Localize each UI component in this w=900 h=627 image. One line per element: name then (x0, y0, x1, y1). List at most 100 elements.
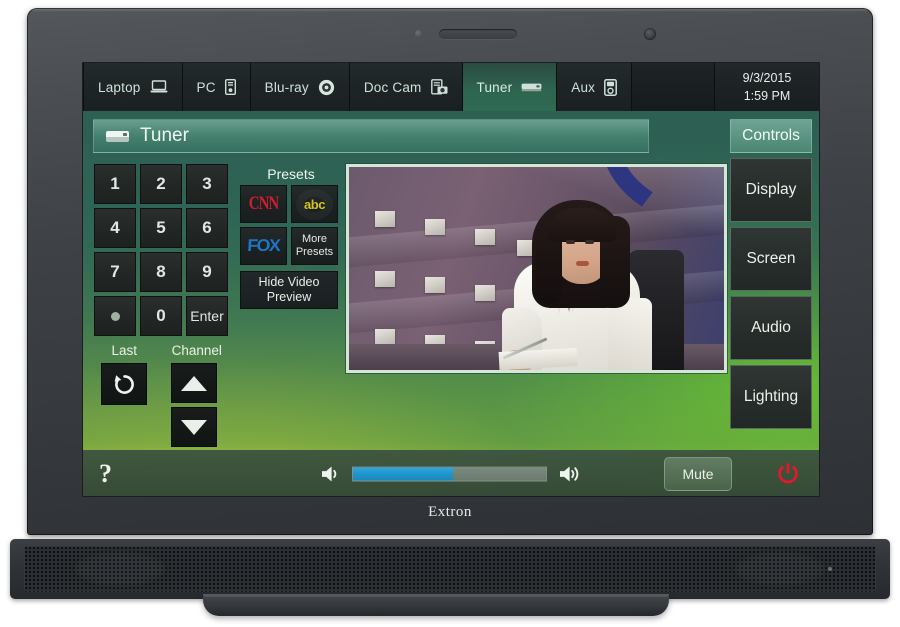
key-label: 8 (156, 262, 166, 281)
video-preview[interactable] (346, 164, 727, 373)
tab-label: Blu-ray (264, 79, 309, 95)
volume-control-group (320, 464, 582, 483)
tuner-box-icon (521, 82, 542, 93)
sidebar-item-controls[interactable]: Controls (730, 119, 812, 153)
key-label: 2 (156, 174, 166, 193)
device-stand (203, 594, 669, 616)
wall-panel (425, 277, 445, 293)
sidebar-item-label: Display (745, 181, 797, 198)
channel-up-button[interactable] (171, 363, 217, 403)
refresh-circular-arrow-icon (112, 372, 137, 397)
tab-bluray[interactable]: Blu-ray (250, 63, 350, 111)
tab-label: Laptop (98, 79, 141, 95)
hide-video-preview-button[interactable]: Hide Video Preview (240, 271, 338, 309)
laptop-icon (150, 80, 168, 94)
speaker-bar (10, 539, 890, 599)
studio-background (349, 167, 724, 370)
key-label: 6 (202, 218, 212, 237)
eye-right (585, 240, 594, 244)
key-2[interactable]: 2 (140, 164, 182, 204)
last-channel-button[interactable] (101, 363, 147, 405)
preset-fox[interactable]: FOX (240, 227, 287, 265)
wall-panel (425, 219, 445, 235)
mute-label: Mute (682, 465, 714, 482)
sidebar-item-label: Screen (746, 250, 796, 267)
sidebar-item-label: Audio (751, 319, 791, 336)
abc-logo-icon: abc (304, 196, 325, 212)
speaker-left (72, 549, 168, 589)
speaker-high-icon[interactable] (558, 464, 582, 483)
mute-button[interactable]: Mute (664, 456, 732, 491)
key-label: 9 (202, 262, 212, 281)
cnn-logo-icon: CNN (248, 193, 279, 214)
last-label: Last (111, 343, 138, 358)
screenshot-root: Laptop PC Blu-ray Doc Cam Tuner Aux 9/3/… (0, 0, 900, 627)
speaker-low-icon[interactable] (320, 464, 341, 483)
key-7[interactable]: 7 (94, 252, 136, 292)
sidebar-item-screen[interactable]: Screen (730, 227, 812, 291)
doc-cam-icon (430, 79, 448, 95)
sidebar-item-audio[interactable]: Audio (730, 296, 812, 360)
key-9[interactable]: 9 (186, 252, 228, 292)
key-8[interactable]: 8 (140, 252, 182, 292)
transport-labels: Last Channel (94, 343, 229, 358)
key-enter[interactable]: Enter (186, 296, 228, 336)
key-label: 5 (156, 218, 166, 237)
key-0[interactable]: 0 (140, 296, 182, 336)
wall-panel (475, 229, 495, 245)
numeric-keypad: 1 2 3 4 5 6 7 8 9 0 Enter (94, 164, 228, 336)
triangle-up-icon (181, 375, 207, 391)
power-button[interactable] (775, 461, 801, 487)
speaker-grille (24, 546, 876, 592)
controls-sidebar: Controls Display Screen Audio Lighting (730, 119, 812, 429)
stand-highlight (203, 594, 669, 597)
help-button[interactable]: ? (99, 459, 112, 489)
tab-label: Tuner (476, 79, 513, 95)
key-dot[interactable] (94, 296, 136, 336)
more-presets-label: More Presets (295, 233, 334, 258)
volume-slider-fill (353, 467, 454, 480)
tab-pc[interactable]: PC (182, 63, 251, 111)
tab-laptop[interactable]: Laptop (83, 63, 183, 111)
tab-aux[interactable]: Aux (557, 63, 633, 111)
page-body: Tuner Controls Display Screen Audio Ligh… (83, 111, 819, 496)
hide-video-preview-label: Hide Video Preview (258, 275, 320, 304)
brand-logo: Extron (428, 504, 472, 520)
speaker-port-icon (828, 567, 832, 571)
tab-tuner[interactable]: Tuner (462, 63, 558, 111)
touchpanel-device: Laptop PC Blu-ray Doc Cam Tuner Aux 9/3/… (27, 8, 873, 535)
key-1[interactable]: 1 (94, 164, 136, 204)
preset-cnn[interactable]: CNN (240, 185, 287, 223)
disc-icon (318, 79, 335, 96)
bottom-toolbar: ? Mute (83, 450, 819, 496)
key-label: 7 (110, 262, 120, 281)
microphone-slot-icon (439, 29, 517, 39)
sidebar-item-lighting[interactable]: Lighting (730, 365, 812, 429)
bezel-highlight (27, 8, 873, 12)
key-4[interactable]: 4 (94, 208, 136, 248)
volume-slider[interactable] (352, 466, 547, 481)
status-led-icon (415, 30, 422, 37)
page-title-bar: Tuner (93, 119, 649, 153)
wall-panel (475, 285, 495, 301)
proximity-sensor-icon (644, 28, 656, 40)
key-5[interactable]: 5 (140, 208, 182, 248)
key-label: 3 (202, 174, 212, 193)
key-label: 1 (110, 174, 120, 193)
sidebar-item-label: Lighting (743, 388, 799, 405)
channel-label: Channel (171, 343, 222, 358)
channel-down-button[interactable] (171, 407, 217, 447)
tab-doccam[interactable]: Doc Cam (349, 63, 463, 111)
preset-abc[interactable]: abc (291, 185, 338, 223)
touchscreen: Laptop PC Blu-ray Doc Cam Tuner Aux 9/3/… (83, 63, 819, 496)
speaker-right (732, 549, 828, 589)
preset-more[interactable]: More Presets (291, 227, 338, 265)
tab-label: PC (196, 79, 216, 95)
lips (576, 261, 589, 266)
news-anchor-figure (496, 180, 684, 370)
sidebar-item-label: Controls (742, 127, 800, 144)
sidebar-item-display[interactable]: Display (730, 158, 812, 222)
right-arm (608, 298, 652, 370)
key-3[interactable]: 3 (186, 164, 228, 204)
key-6[interactable]: 6 (186, 208, 228, 248)
